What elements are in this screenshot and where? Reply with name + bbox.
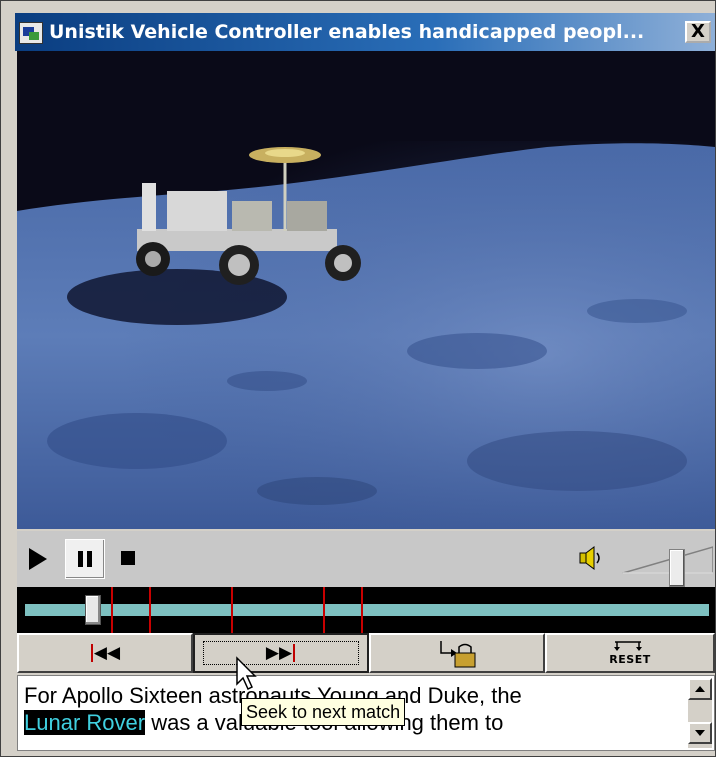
speaker-icon[interactable]: [577, 545, 605, 571]
reset-label: RESET: [609, 653, 651, 666]
scroll-down-button[interactable]: [688, 722, 712, 744]
match-tick: [361, 587, 363, 633]
timeline[interactable]: [17, 587, 715, 633]
stop-icon[interactable]: [121, 551, 135, 565]
timeline-thumb[interactable]: [85, 595, 101, 625]
volume-knob[interactable]: [669, 549, 685, 587]
scroll-up-button[interactable]: [688, 678, 712, 700]
bookmark-button[interactable]: [369, 633, 545, 673]
match-tick: [111, 587, 113, 633]
close-button[interactable]: X: [685, 21, 711, 43]
volume-slider[interactable]: [621, 545, 713, 587]
bookmark-lock-icon: [440, 641, 476, 668]
arrow-up-icon: [695, 686, 705, 692]
pause-button[interactable]: [65, 539, 105, 579]
arrow-down-icon: [695, 730, 705, 736]
window-title: Unistik Vehicle Controller enables handi…: [49, 21, 645, 43]
match-tick: [231, 587, 233, 633]
match-navigation: ◀◀ ▶▶ RESET: [17, 633, 715, 673]
reset-button[interactable]: RESET: [545, 633, 715, 673]
prev-match-icon: ◀◀: [93, 643, 121, 663]
playback-controls: [17, 531, 715, 587]
player-window: Unistik Vehicle Controller enables handi…: [0, 0, 716, 757]
match-tick: [323, 587, 325, 633]
progress-track[interactable]: [25, 604, 709, 616]
mouse-cursor-icon: [236, 656, 257, 691]
transcript-scrollbar[interactable]: [688, 678, 712, 748]
play-icon[interactable]: [29, 548, 47, 570]
reset-icon: [614, 641, 642, 651]
lunar-rover-scene: [17, 51, 715, 529]
tooltip: Seek to next match: [241, 698, 406, 726]
next-match-button[interactable]: ▶▶: [193, 633, 369, 673]
title-bar[interactable]: Unistik Vehicle Controller enables handi…: [15, 13, 715, 51]
pause-icon: [78, 551, 83, 567]
next-match-icon: ▶▶: [265, 643, 293, 663]
match-tick: [149, 587, 151, 633]
prev-match-button[interactable]: ◀◀: [17, 633, 193, 673]
transcript-highlight: Lunar Rover: [24, 710, 146, 735]
video-frame[interactable]: [17, 51, 715, 529]
app-icon: [19, 22, 43, 44]
